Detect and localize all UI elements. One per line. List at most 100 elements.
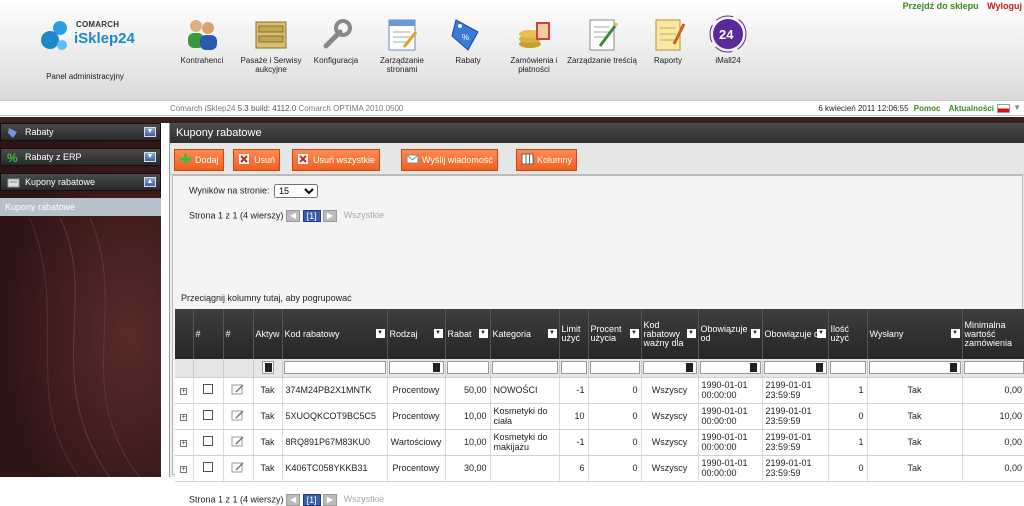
filter-procent-input[interactable] <box>590 361 640 374</box>
filter-kategoria-input[interactable] <box>492 361 558 374</box>
filter-do-select[interactable] <box>764 361 827 374</box>
chevron-up-icon[interactable]: ▲ <box>144 177 156 187</box>
filter-ilosc-input[interactable] <box>830 361 866 374</box>
contacts-icon <box>182 14 222 54</box>
cell-limit: -1 <box>559 429 588 455</box>
row-checkbox[interactable] <box>203 384 213 394</box>
chevron-down-icon[interactable]: ▼ <box>144 127 156 137</box>
module-zarzadzanie-stronami[interactable]: Zarządzanie stronami <box>366 14 438 74</box>
sidebar-item-rabaty[interactable]: Rabaty ▼ <box>0 123 161 141</box>
filter-rodzaj-select[interactable] <box>389 361 444 374</box>
prev-page-button[interactable]: ◀ <box>286 210 300 222</box>
row-checkbox[interactable] <box>203 410 213 420</box>
col-od[interactable]: Obowiązuje od▼ <box>698 309 762 359</box>
row-checkbox[interactable] <box>203 462 213 472</box>
delete-all-button[interactable]: Usuń wszystkie <box>292 149 380 171</box>
table-row[interactable]: + Tak 374M24PB2X1MNTK Procentowy 50,00 N… <box>175 377 1024 403</box>
content-edit-icon <box>582 14 622 54</box>
column-menu-icon: ▼ <box>548 329 557 338</box>
module-pasaze[interactable]: Pasaże i Serwisy aukcyjne <box>235 14 307 74</box>
app-header: Przejdź do sklepu Wyloguj COMARCH iSklep… <box>0 0 1024 101</box>
col-select[interactable]: # <box>193 309 223 359</box>
filter-aktyw-dropdown[interactable] <box>262 361 274 374</box>
col-kod[interactable]: Kod rabatowy▼ <box>282 309 387 359</box>
expand-row-icon[interactable]: + <box>180 414 187 421</box>
send-message-button[interactable]: Wyślij wiadomość <box>401 149 498 171</box>
filter-wazny-select[interactable] <box>643 361 697 374</box>
edit-icon[interactable] <box>231 383 245 395</box>
cell-procent: 0 <box>588 403 641 429</box>
column-menu-icon: ▼ <box>376 329 385 338</box>
col-aktyw[interactable]: Aktyw <box>253 309 282 359</box>
sidebar-item-rabaty-erp[interactable]: % Rabaty z ERP ▼ <box>0 148 161 166</box>
module-konfiguracja[interactable]: Konfiguracja <box>300 14 372 65</box>
col-rodzaj[interactable]: Rodzaj▼ <box>387 309 445 359</box>
cell-wazny: Wszyscy <box>641 429 698 455</box>
drawer-icon <box>251 14 291 54</box>
row-checkbox[interactable] <box>203 436 213 446</box>
cell-kategoria <box>490 455 559 481</box>
edit-icon[interactable] <box>231 435 245 447</box>
module-kontrahenci[interactable]: Kontrahenci <box>166 14 238 65</box>
table-row[interactable]: + Tak K406TC058YKKB31 Procentowy 30,00 6… <box>175 455 1024 481</box>
current-page[interactable]: [1] <box>303 494 321 506</box>
table-row[interactable]: + Tak 8RQ891P67M83KU0 Wartościowy 10,00 … <box>175 429 1024 455</box>
filter-od-select[interactable] <box>700 361 761 374</box>
expand-row-icon[interactable]: + <box>180 466 187 473</box>
next-page-button[interactable]: ▶ <box>323 210 337 222</box>
filter-rabat-input[interactable] <box>447 361 489 374</box>
logout-link[interactable]: Wyloguj <box>987 1 1022 11</box>
columns-button[interactable]: Kolumny <box>516 149 577 171</box>
module-zarzadzanie-trescia[interactable]: Zarządzanie treścią <box>566 14 638 65</box>
sidebar-item-kupony[interactable]: Kupony rabatowe ▲ <box>0 173 161 191</box>
next-page-button[interactable]: ▶ <box>323 494 337 506</box>
edit-icon[interactable] <box>231 461 245 473</box>
col-do[interactable]: Obowiązuje do▼ <box>762 309 828 359</box>
delete-button[interactable]: Usuń <box>233 149 280 171</box>
col-procent[interactable]: Procent użycia▼ <box>588 309 641 359</box>
filter-kod-input[interactable] <box>284 361 386 374</box>
results-per-page-select[interactable]: 15 <box>274 184 318 198</box>
page-edit-icon <box>382 14 422 54</box>
current-page[interactable]: [1] <box>303 210 321 222</box>
col-min[interactable]: Minimalna wartość zamówienia <box>962 309 1024 359</box>
sidebar-subitem-kupony[interactable]: Kupony rabatowe <box>0 198 161 216</box>
news-link[interactable]: Aktualności <box>949 104 994 113</box>
expand-row-icon[interactable]: + <box>180 440 187 447</box>
filter-min-input[interactable] <box>964 361 1024 374</box>
cell-rabat: 10,00 <box>445 403 490 429</box>
col-kategoria[interactable]: Kategoria▼ <box>490 309 559 359</box>
show-all-link[interactable]: Wszystkie <box>344 210 385 220</box>
col-edit[interactable]: # <box>223 309 253 359</box>
col-limit[interactable]: Limit użyć <box>559 309 588 359</box>
cell-min: 0,00 <box>962 429 1024 455</box>
module-zamowienia[interactable]: Zamówienia i płatności <box>498 14 570 74</box>
column-menu-icon: ▼ <box>434 329 443 338</box>
col-wyslany[interactable]: Wysłany▼ <box>867 309 962 359</box>
add-button[interactable]: Dodaj <box>174 149 224 171</box>
edit-icon[interactable] <box>231 409 245 421</box>
chevron-down-icon[interactable]: ▼ <box>1013 103 1021 112</box>
sidebar-decoration <box>0 218 161 477</box>
col-wazny[interactable]: Kod rabatowy ważny dla▼ <box>641 309 698 359</box>
group-by-hint[interactable]: Przeciągnij kolumny tutaj, aby pogrupowa… <box>181 293 352 303</box>
expand-row-icon[interactable]: + <box>180 388 187 395</box>
table-row[interactable]: + Tak 5XUOQKCOT9BC5C5 Procentowy 10,00 K… <box>175 403 1024 429</box>
cell-do: 2199-01-01 23:59:59 <box>762 429 828 455</box>
help-link[interactable]: Pomoc <box>914 104 941 113</box>
col-ilosc[interactable]: Ilość użyć <box>828 309 867 359</box>
brand-logo[interactable]: COMARCH iSklep24 <box>40 18 140 58</box>
col-rabat[interactable]: Rabat▼ <box>445 309 490 359</box>
prev-page-button[interactable]: ◀ <box>286 494 300 506</box>
filter-wyslany-select[interactable] <box>869 361 961 374</box>
go-to-shop-link[interactable]: Przejdź do sklepu <box>903 1 979 11</box>
chevron-down-icon[interactable]: ▼ <box>144 152 156 162</box>
language-flag-icon[interactable] <box>997 104 1010 113</box>
module-rabaty[interactable]: % Rabaty <box>432 14 504 65</box>
cell-wazny: Wszyscy <box>641 455 698 481</box>
show-all-link[interactable]: Wszystkie <box>344 494 385 504</box>
cell-limit: -1 <box>559 377 588 403</box>
cell-kategoria: NOWOŚCI <box>490 377 559 403</box>
module-imall24[interactable]: 24 iMall24 <box>692 14 764 65</box>
filter-limit-input[interactable] <box>561 361 587 374</box>
